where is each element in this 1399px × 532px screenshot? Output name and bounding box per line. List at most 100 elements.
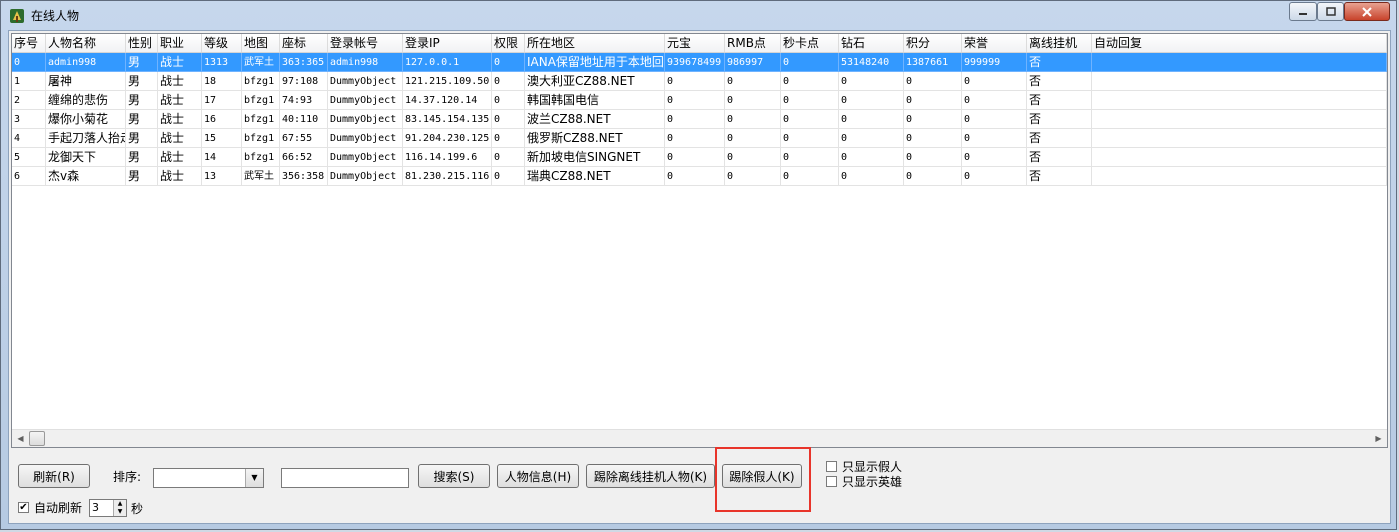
refresh-button[interactable]: 刷新(R) <box>18 464 90 488</box>
table-row[interactable]: 6 杰v森男战士 13 武军土 356:358 DummyObject 81.230.215… <box>12 167 1387 186</box>
kick-offline-button[interactable]: 踢除离线挂机人物(K) <box>586 464 715 488</box>
auto-refresh-checkbox[interactable]: ✔ <box>18 502 29 513</box>
table-cell: 0 <box>665 72 725 91</box>
column-header[interactable]: 权限 <box>492 34 525 52</box>
table-cell: 澳大利亚CZ88.NET <box>525 72 665 91</box>
table-cell: 15 <box>202 129 242 148</box>
table-cell: 战士 <box>158 53 202 72</box>
table-cell: 17 <box>202 91 242 110</box>
maximize-button[interactable] <box>1317 2 1344 21</box>
column-header[interactable]: 座标 <box>280 34 328 52</box>
table-cell: DummyObject <box>328 148 403 167</box>
refresh-interval-input[interactable]: 3 ▲ ▼ <box>89 499 127 517</box>
scroll-left-icon[interactable]: ◀ <box>12 430 29 447</box>
table-cell: 121.215.109.50 <box>403 72 492 91</box>
table-cell: 0 <box>665 148 725 167</box>
table-cell: 91.204.230.125 <box>403 129 492 148</box>
table-cell: 男 <box>126 53 158 72</box>
table-row[interactable]: 5 龙御天下男战士 14 bfzg1 66:52 DummyObject 116.14.19… <box>12 148 1387 167</box>
auto-refresh-label: 自动刷新 <box>34 501 83 515</box>
table-cell: 瑞典CZ88.NET <box>525 167 665 186</box>
search-button[interactable]: 搜索(S) <box>418 464 490 488</box>
table-cell: 4 <box>12 129 46 148</box>
table-cell: 986997 <box>725 53 781 72</box>
scroll-thumb[interactable] <box>29 431 45 446</box>
table-cell: bfzg1 <box>242 72 280 91</box>
column-header[interactable]: 自动回复 <box>1092 34 1387 52</box>
table-cell: 0 <box>904 72 962 91</box>
table-cell: 53148240 <box>839 53 904 72</box>
table-cell <box>1092 129 1387 148</box>
table-cell: 0 <box>962 91 1027 110</box>
maximize-icon <box>1325 7 1336 16</box>
table-row[interactable]: 0 admin998 男战士 1313 武军土 363:365 admin998 127.0.… <box>12 53 1387 72</box>
column-header[interactable]: 积分 <box>904 34 962 52</box>
table-cell: 0 <box>781 129 839 148</box>
table-cell: 战士 <box>158 167 202 186</box>
table-row[interactable]: 4 手起刀落人抬走男战士 15 bfzg1 67:55 DummyObject 91.204… <box>12 129 1387 148</box>
table-cell: 男 <box>126 110 158 129</box>
table-cell: 1 <box>12 72 46 91</box>
table-cell: DummyObject <box>328 110 403 129</box>
table-cell: 0 <box>665 167 725 186</box>
table-cell: 男 <box>126 148 158 167</box>
table-cell: 波兰CZ88.NET <box>525 110 665 129</box>
column-header[interactable]: 等级 <box>202 34 242 52</box>
table-cell: 67:55 <box>280 129 328 148</box>
column-header[interactable]: 荣誉 <box>962 34 1027 52</box>
table-cell: 0 <box>781 148 839 167</box>
table-cell: 武军土 <box>242 53 280 72</box>
title-bar[interactable]: 在线人物 <box>1 1 1396 31</box>
table-cell: 0 <box>962 167 1027 186</box>
column-header[interactable]: 人物名称 <box>46 34 126 52</box>
character-info-button[interactable]: 人物信息(H) <box>497 464 579 488</box>
column-header[interactable]: 所在地区 <box>525 34 665 52</box>
table-cell: 否 <box>1027 91 1092 110</box>
table-row[interactable]: 1 屠神男战士 18 bfzg1 97:108 DummyObject 121.215.10… <box>12 72 1387 91</box>
table-cell: 0 <box>492 91 525 110</box>
minimize-button[interactable] <box>1289 2 1317 21</box>
column-header[interactable]: 登录IP <box>403 34 492 52</box>
only-hero-checkbox[interactable] <box>826 476 837 487</box>
table-cell: 0 <box>839 148 904 167</box>
table-cell: 0 <box>725 72 781 91</box>
search-input[interactable] <box>281 468 409 488</box>
horizontal-scrollbar[interactable]: ◀ ▶ <box>12 429 1387 447</box>
online-characters-list[interactable]: 序号 人物名称 性别 职业 等级 地图 座标 登录帐号 登录IP 权限 所在地区 元宝 RMB点 秒卡点钻… <box>11 33 1388 448</box>
table-cell: 杰v森 <box>46 167 126 186</box>
chevron-down-icon[interactable]: ▼ <box>245 469 263 487</box>
table-cell: 否 <box>1027 72 1092 91</box>
seconds-label: 秒 <box>131 502 144 516</box>
table-cell: 屠神 <box>46 72 126 91</box>
table-row[interactable]: 3 爆你小菊花男战士 16 bfzg1 40:110 DummyObject 83.145.… <box>12 110 1387 129</box>
sort-select[interactable]: ▼ <box>153 468 264 488</box>
list-header: 序号 人物名称 性别 职业 等级 地图 座标 登录帐号 登录IP 权限 所在地区 元宝 RMB点 秒卡点钻… <box>12 34 1387 53</box>
column-header[interactable]: 钻石 <box>839 34 904 52</box>
window-title: 在线人物 <box>31 9 80 23</box>
table-cell: 战士 <box>158 72 202 91</box>
table-cell: 83.145.154.135 <box>403 110 492 129</box>
table-cell: 14.37.120.14 <box>403 91 492 110</box>
column-header[interactable]: 职业 <box>158 34 202 52</box>
column-header[interactable]: 元宝 <box>665 34 725 52</box>
table-cell: 1313 <box>202 53 242 72</box>
table-cell: 0 <box>665 110 725 129</box>
table-cell: 战士 <box>158 91 202 110</box>
spin-arrows-icon[interactable]: ▲ ▼ <box>113 500 126 516</box>
table-cell: 0 <box>781 110 839 129</box>
column-header[interactable]: 秒卡点 <box>781 34 839 52</box>
table-cell: 939678499 <box>665 53 725 72</box>
table-cell: bfzg1 <box>242 110 280 129</box>
table-cell: 0 <box>904 167 962 186</box>
column-header[interactable]: 序号 <box>12 34 46 52</box>
column-header[interactable]: 性别 <box>126 34 158 52</box>
only-fake-checkbox[interactable] <box>826 461 837 472</box>
close-button[interactable] <box>1344 2 1390 21</box>
table-cell: 0 <box>492 53 525 72</box>
column-header[interactable]: 地图 <box>242 34 280 52</box>
scroll-right-icon[interactable]: ▶ <box>1370 430 1387 447</box>
column-header[interactable]: 离线挂机 <box>1027 34 1092 52</box>
table-row[interactable]: 2 缠绵的悲伤男战士 17 bfzg1 74:93 DummyObject 14.37.12… <box>12 91 1387 110</box>
column-header[interactable]: RMB点 <box>725 34 781 52</box>
column-header[interactable]: 登录帐号 <box>328 34 403 52</box>
